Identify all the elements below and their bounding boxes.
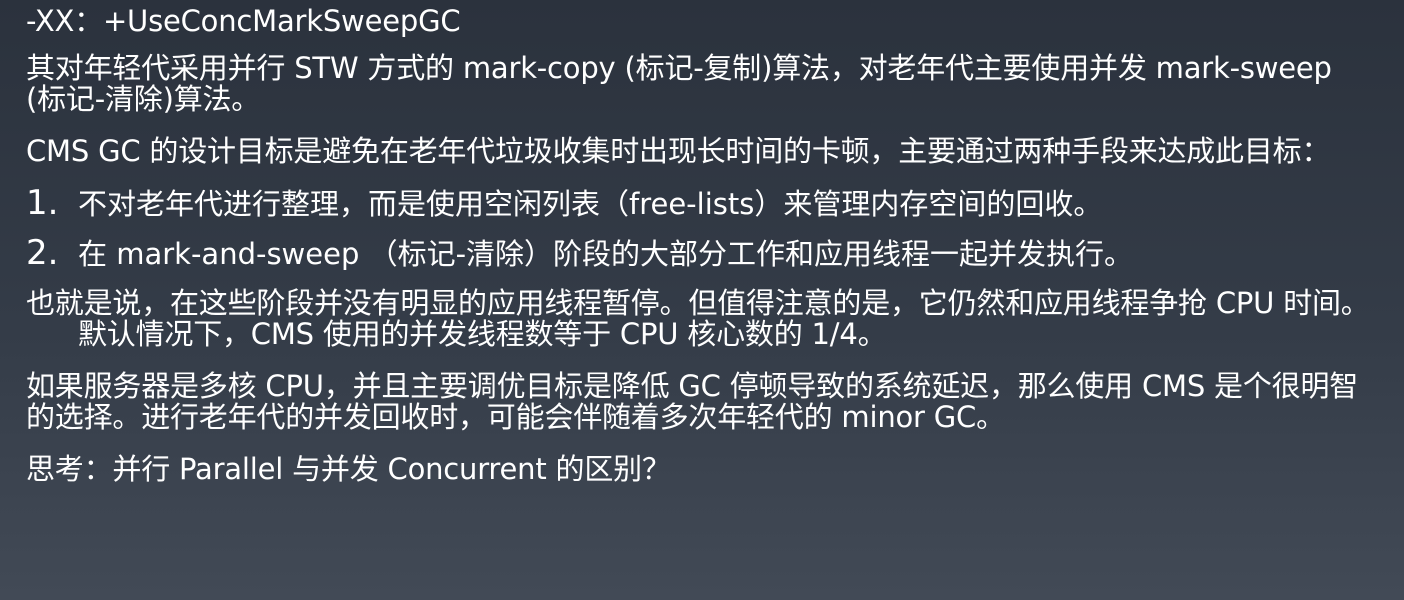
slide-heading: -XX：+UseConcMarkSweepGC xyxy=(26,4,461,38)
paragraph-cms-algorithm: 其对年轻代采用并行 STW 方式的 mark-copy (标记-复制)算法，对老… xyxy=(26,51,1332,116)
paragraph-question: 思考：并行 Parallel 与并发 Concurrent 的区别？ xyxy=(26,452,671,486)
slide: -XX：+UseConcMarkSweepGC 其对年轻代采用并行 STW 方式… xyxy=(0,0,1404,600)
list-item-number: 1. xyxy=(26,183,59,223)
paragraph-cms-goal: CMS GC 的设计目标是避免在老年代垃圾收集时出现长时间的卡顿，主要通过两种手… xyxy=(26,134,1331,168)
list-item-text: 在 mark-and-sweep （标记-清除）阶段的大部分工作和应用线程一起并… xyxy=(78,237,1134,271)
list-item: 1. 不对老年代进行整理，而是使用空闲列表（free-lists）来管理内存空间… xyxy=(26,183,1380,223)
list-item-number: 2. xyxy=(26,233,59,273)
list-item-text: 不对老年代进行整理，而是使用空闲列表（free-lists）来管理内存空间的回收… xyxy=(78,187,1103,221)
paragraph-concurrent-threads: 也就是说，在这些阶段并没有明显的应用线程暂停。但值得注意的是，它仍然和应用线程争… xyxy=(26,286,1370,351)
paragraph-multicore-advice: 如果服务器是多核 CPU，并且主要调优目标是降低 GC 停顿导致的系统延迟，那么… xyxy=(26,369,1359,434)
list-item: 2. 在 mark-and-sweep （标记-清除）阶段的大部分工作和应用线程… xyxy=(26,233,1380,273)
